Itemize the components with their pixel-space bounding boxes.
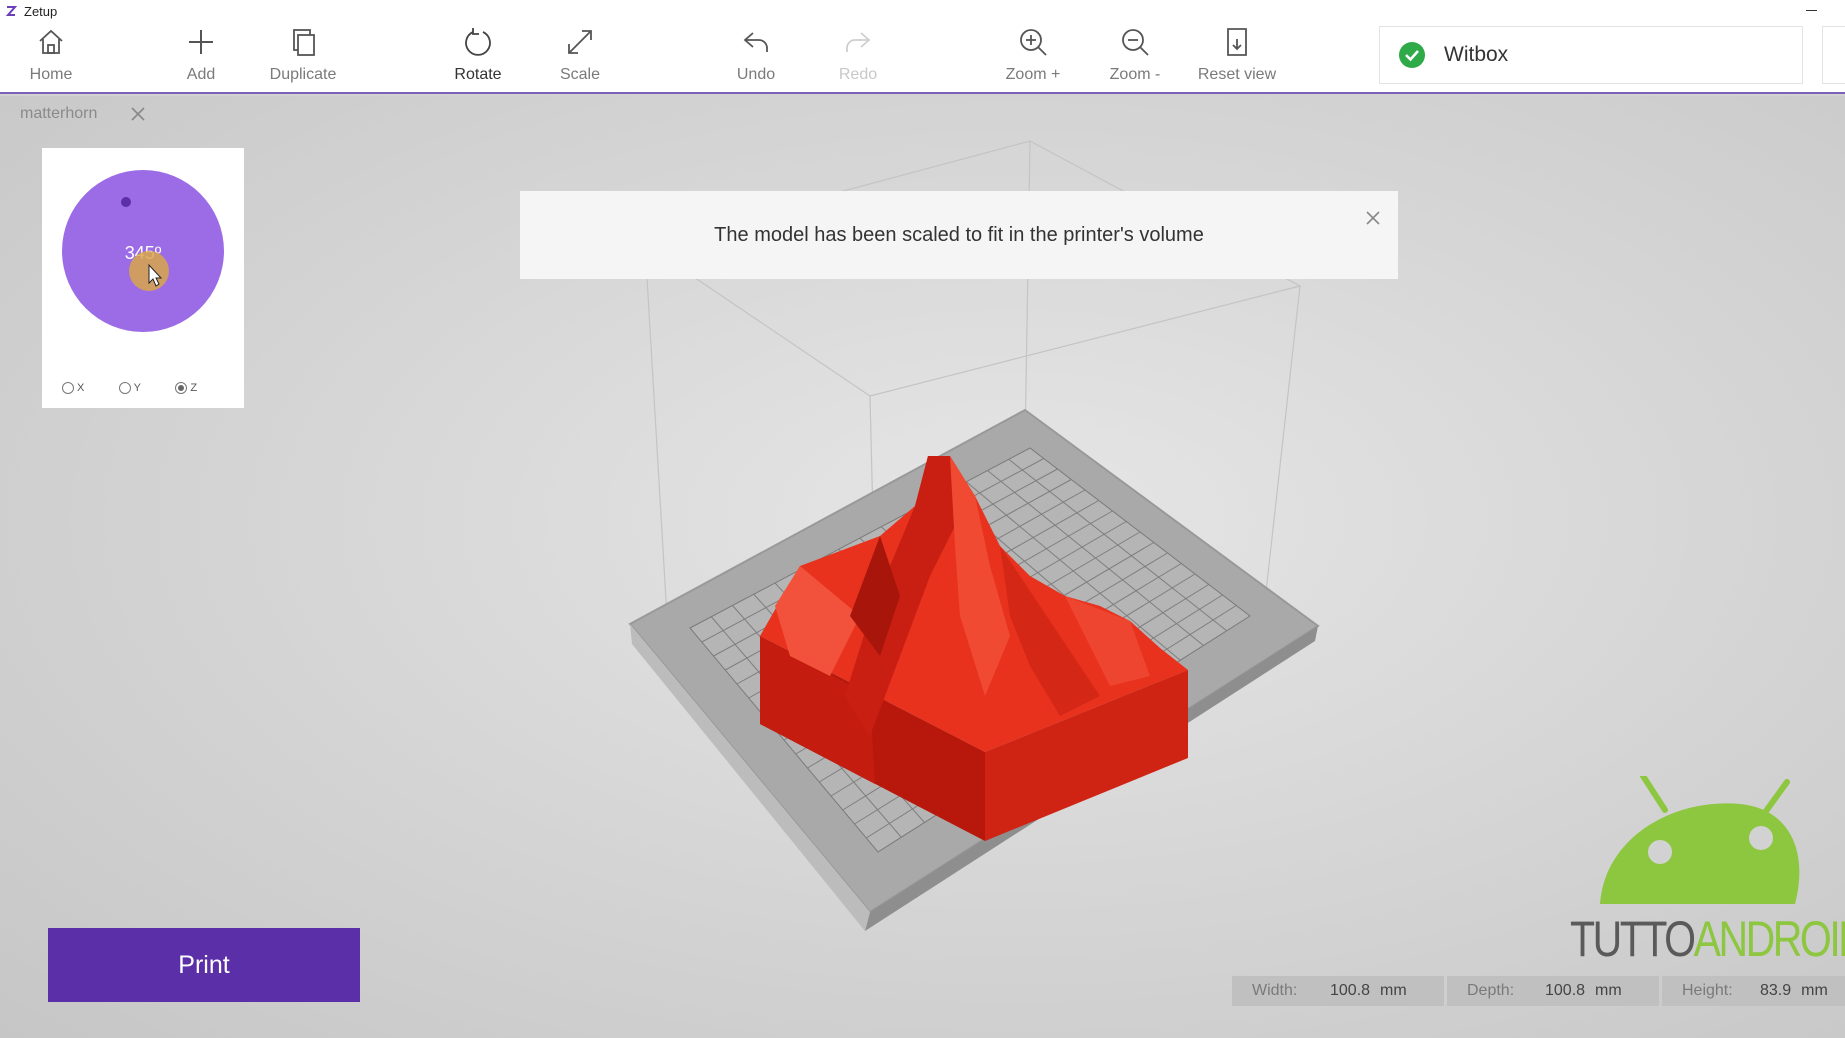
reset-view-label: Reset view <box>1197 66 1277 83</box>
minimize-button[interactable] <box>1803 3 1819 17</box>
model-tab[interactable]: matterhorn <box>20 105 147 123</box>
axis-z-label: Z <box>190 382 198 394</box>
axis-y-option[interactable]: Y <box>118 382 176 394</box>
duplicate-button[interactable]: Duplicate <box>258 22 348 94</box>
dimension-height-unit: mm <box>1801 982 1828 999</box>
dimension-depth-label: Depth: <box>1467 982 1515 999</box>
scale-button[interactable]: Scale <box>535 22 625 94</box>
zoom-out-icon <box>1122 29 1149 56</box>
watermark-text-part1: TUTTO <box>1570 911 1696 967</box>
zoom-in-label: Zoom + <box>1005 66 1061 83</box>
zoom-out-button[interactable]: Zoom - <box>1090 22 1180 94</box>
rotate-label: Rotate <box>454 66 502 83</box>
zoom-in-button[interactable]: Zoom + <box>988 22 1078 94</box>
dimension-depth-unit: mm <box>1595 982 1622 999</box>
window-title: Zetup <box>24 3 58 19</box>
scale-label: Scale <box>559 66 601 83</box>
rotation-dial[interactable]: 345º <box>62 168 224 334</box>
close-icon[interactable] <box>1364 209 1382 227</box>
close-icon[interactable] <box>129 105 147 123</box>
watermark-text-part2: ANDROID <box>1693 911 1845 967</box>
app-logo-icon <box>5 6 18 16</box>
rotate-button[interactable]: Rotate <box>433 22 523 94</box>
viewport-3d[interactable]: matterhorn 345º X Y Z <box>0 96 1845 1038</box>
duplicate-icon <box>293 29 315 56</box>
notification-message: The model has been scaled to fit in the … <box>714 223 1204 246</box>
axis-x-label: X <box>77 382 85 394</box>
axis-y-radio[interactable] <box>118 382 131 394</box>
toolbar: Home Add Duplicate Rotate Scale Undo Red… <box>0 22 1845 94</box>
title-bar: Zetup <box>0 0 1845 22</box>
axis-x-option[interactable]: X <box>62 382 119 394</box>
dimension-width: Width: 100.8 mm <box>1232 976 1444 1006</box>
zoom-in-icon <box>1020 29 1047 56</box>
scale-icon <box>568 30 592 54</box>
scale-notification: The model has been scaled to fit in the … <box>520 191 1398 279</box>
add-label: Add <box>186 66 216 83</box>
redo-icon <box>846 32 871 52</box>
home-label: Home <box>29 66 73 83</box>
rotate-icon <box>465 28 491 56</box>
redo-button[interactable]: Redo <box>813 22 903 94</box>
dimension-height: Height: 83.9 mm <box>1662 976 1845 1006</box>
axis-x-radio[interactable] <box>62 382 74 394</box>
axis-y-label: Y <box>133 382 142 394</box>
add-button[interactable]: Add <box>156 22 246 94</box>
zoom-out-label: Zoom - <box>1109 66 1161 83</box>
dimension-height-value: 83.9 <box>1760 982 1792 999</box>
duplicate-label: Duplicate <box>269 66 337 83</box>
printer-selector[interactable]: Witbox <box>1379 26 1803 84</box>
axis-selector: X Y Z <box>62 382 232 394</box>
dimension-height-label: Height: <box>1682 982 1733 999</box>
dimension-width-unit: mm <box>1380 982 1407 999</box>
undo-icon <box>743 32 768 52</box>
axis-z-radio[interactable] <box>175 382 188 394</box>
axis-z-option[interactable]: Z <box>175 382 232 394</box>
plus-icon <box>189 30 213 54</box>
print-button[interactable]: Print <box>48 928 360 1002</box>
home-icon <box>39 29 63 54</box>
rotate-panel: 345º X Y Z <box>42 148 244 408</box>
dimensions-bar: Width: 100.8 mm Depth: 100.8 mm Height: … <box>1232 976 1845 1006</box>
home-button[interactable]: Home <box>6 22 96 94</box>
dial-handle[interactable] <box>121 197 131 207</box>
undo-button[interactable]: Undo <box>711 22 801 94</box>
dimension-depth-value: 100.8 <box>1545 982 1586 999</box>
check-circle-icon <box>1399 42 1425 68</box>
dimension-depth: Depth: 100.8 mm <box>1447 976 1659 1006</box>
side-panel-button[interactable] <box>1822 26 1845 84</box>
redo-label: Redo <box>838 66 878 83</box>
dimension-width-label: Width: <box>1252 982 1298 999</box>
undo-label: Undo <box>736 66 776 83</box>
dimension-width-value: 100.8 <box>1330 982 1371 999</box>
printer-name: Witbox <box>1444 43 1509 66</box>
reset-view-button[interactable]: Reset view <box>1192 22 1282 94</box>
model-tab-name: matterhorn <box>20 105 98 122</box>
reset-view-icon <box>1227 28 1247 56</box>
watermark-text: TUTTOANDROID <box>1570 910 1845 968</box>
